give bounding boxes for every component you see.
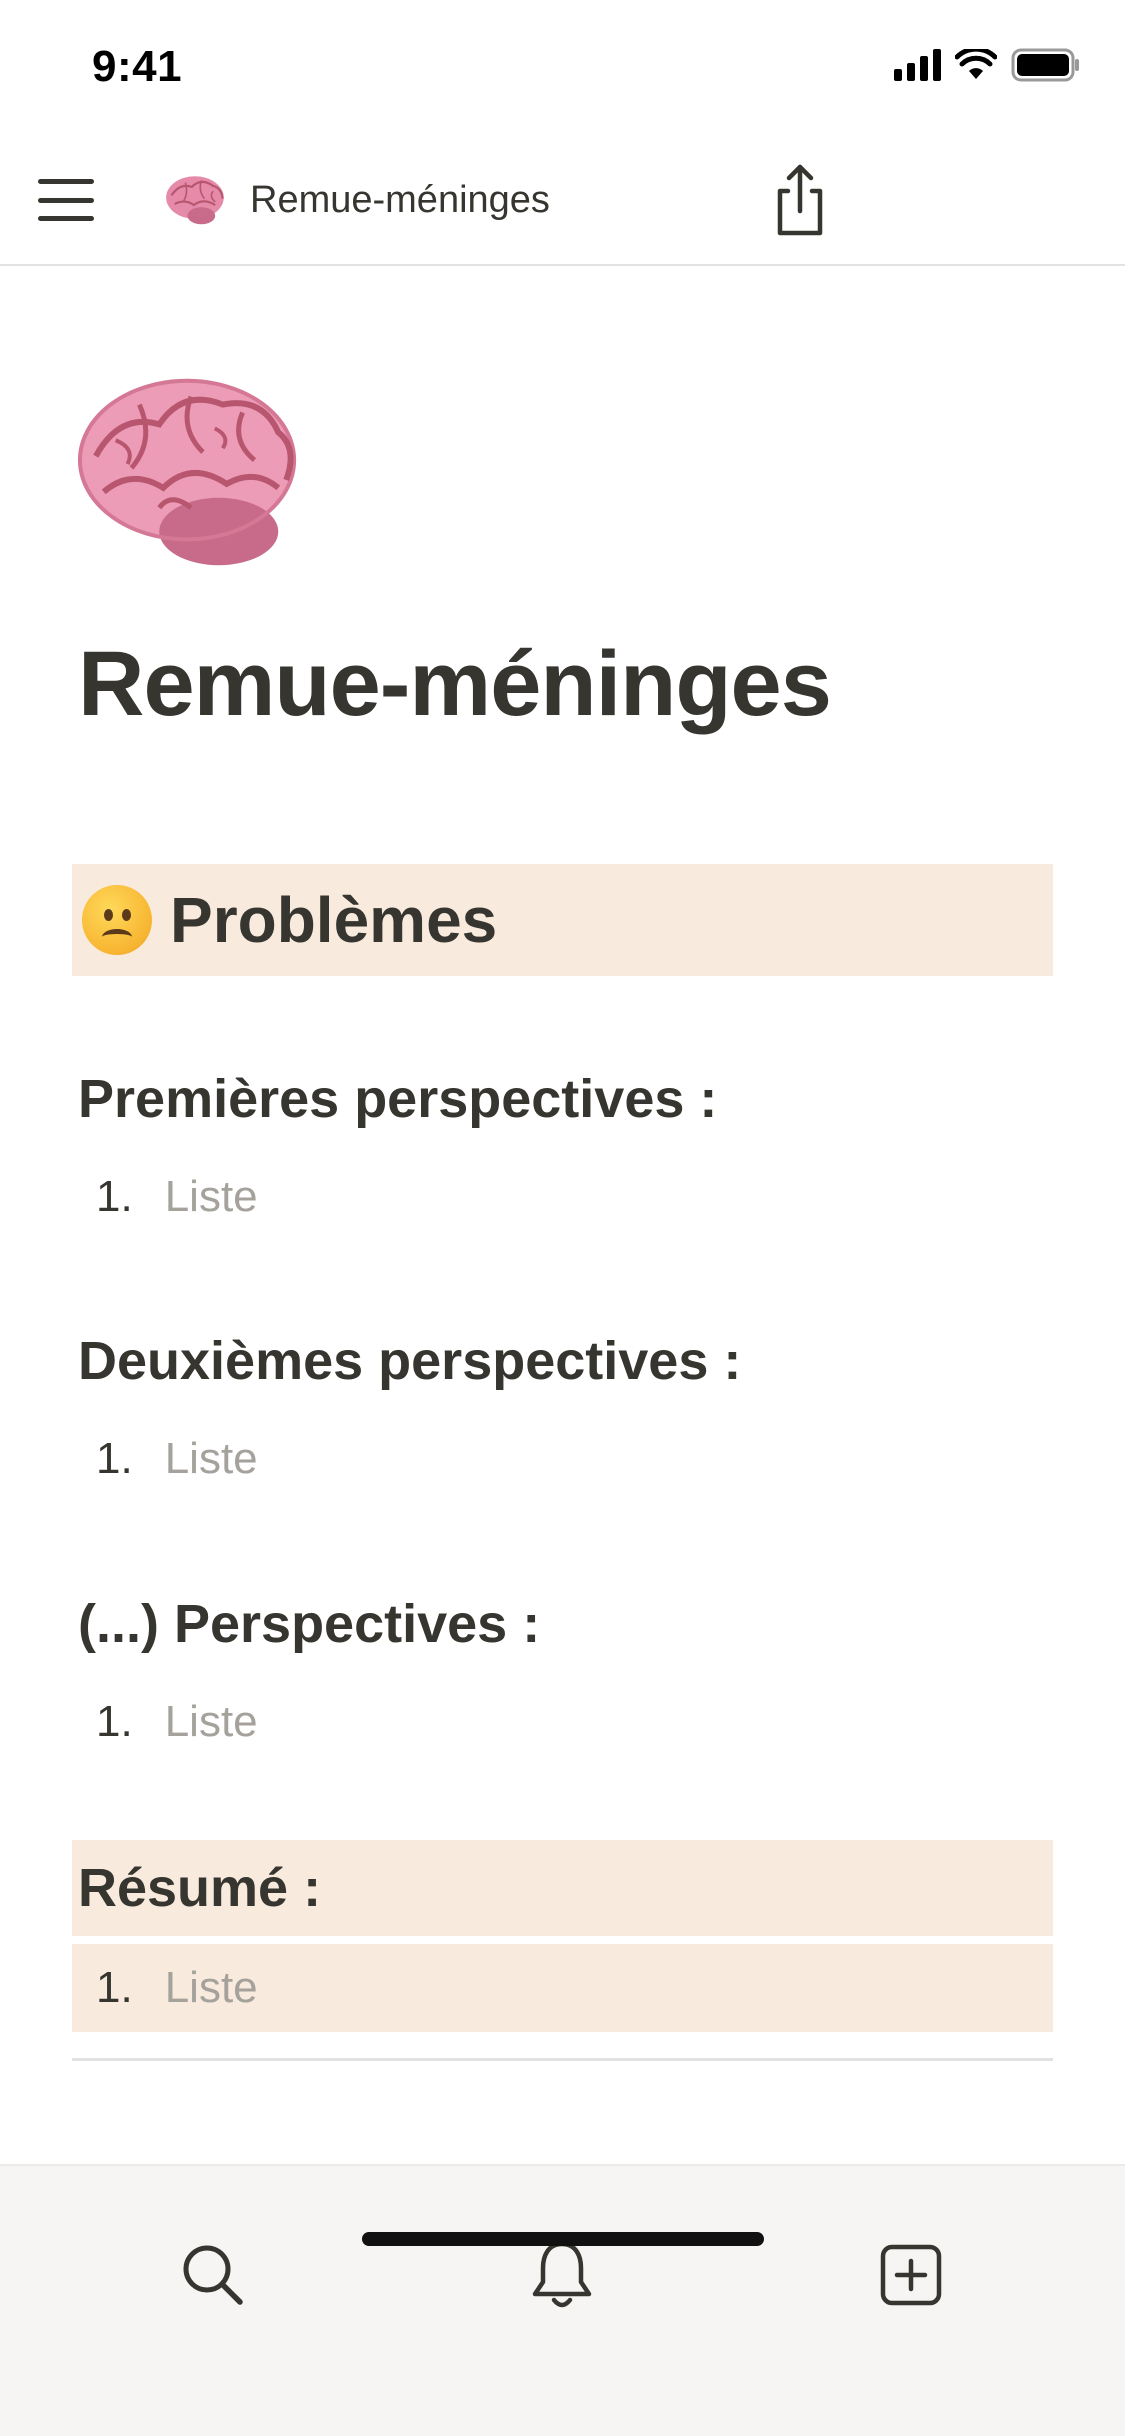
brain-icon — [77, 378, 297, 566]
search-button[interactable] — [168, 2230, 258, 2320]
list-placeholder: Liste — [164, 1172, 258, 1221]
status-icons — [894, 48, 1081, 82]
wifi-icon — [955, 49, 997, 79]
status-bar: 9:41 — [0, 0, 1125, 135]
new-page-button[interactable] — [866, 2230, 956, 2320]
breadcrumb-title: Remue-méninges — [250, 178, 550, 221]
callout-heading[interactable]: Problèmes — [72, 864, 1053, 976]
list-item[interactable]: 1. Liste — [96, 1697, 258, 1747]
list-number: 1. — [96, 1963, 133, 2012]
bell-icon — [532, 2241, 592, 2308]
hamburger-line — [38, 216, 94, 221]
divider — [72, 2058, 1053, 2061]
callout-heading-text: Problèmes — [170, 884, 498, 956]
bottom-tab-bar — [0, 2164, 1125, 2436]
summary-list-item[interactable]: 1. Liste — [72, 1944, 1053, 2032]
list-number: 1. — [96, 1434, 133, 1483]
menu-button[interactable] — [38, 175, 94, 225]
summary-heading[interactable]: Résumé : — [72, 1840, 1053, 1936]
list-item[interactable]: 1. Liste — [96, 1172, 258, 1222]
new-page-icon — [880, 2244, 942, 2306]
brain-icon — [166, 176, 224, 225]
share-button[interactable] — [770, 159, 830, 239]
list-placeholder: Liste — [164, 1697, 258, 1746]
search-icon — [183, 2245, 243, 2305]
top-nav: Remue-méninges — [0, 135, 1125, 266]
hamburger-line — [38, 179, 94, 184]
list-item[interactable]: 1. Liste — [96, 1434, 258, 1484]
breadcrumb[interactable]: Remue-méninges — [164, 167, 550, 233]
section-heading[interactable]: (...) Perspectives : — [78, 1593, 540, 1655]
summary-heading-text: Résumé : — [78, 1858, 322, 1918]
cellular-signal-icon — [894, 49, 941, 81]
section-heading[interactable]: Premières perspectives : — [78, 1068, 717, 1130]
hamburger-line — [38, 197, 94, 203]
list-number: 1. — [96, 1172, 133, 1221]
home-indicator[interactable] — [362, 2232, 764, 2246]
status-time: 9:41 — [92, 42, 183, 91]
battery-icon — [1011, 48, 1079, 82]
page-title[interactable]: Remue-méninges — [78, 632, 832, 737]
share-icon — [777, 164, 823, 236]
frowning-face-icon — [82, 885, 152, 955]
list-placeholder: Liste — [164, 1963, 258, 2012]
page-icon[interactable] — [72, 368, 310, 578]
list-placeholder: Liste — [164, 1434, 258, 1483]
list-number: 1. — [96, 1697, 133, 1746]
section-heading[interactable]: Deuxièmes perspectives : — [78, 1330, 741, 1392]
